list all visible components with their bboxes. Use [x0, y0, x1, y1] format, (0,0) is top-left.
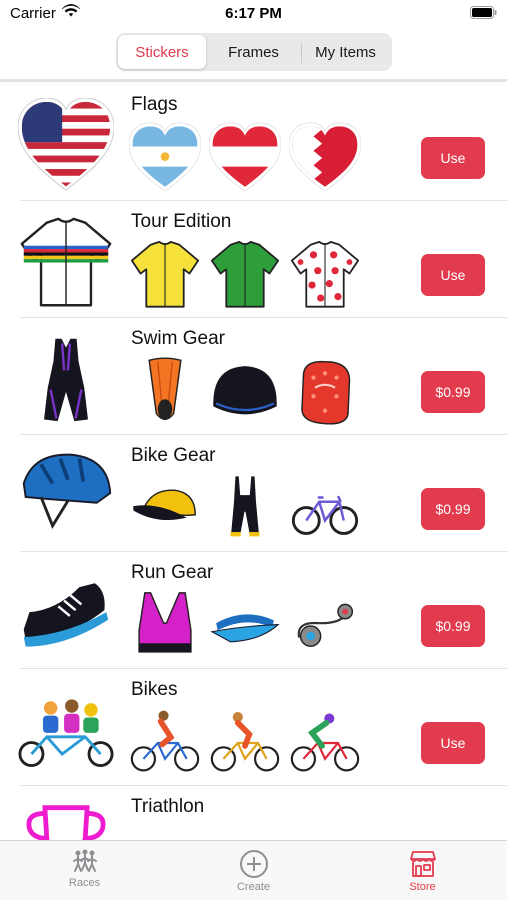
storefront-icon [409, 851, 436, 877]
use-button[interactable]: Use [421, 254, 485, 296]
segment-stickers[interactable]: Stickers [118, 35, 206, 69]
tab-create[interactable]: Create [169, 841, 338, 900]
argentina-heart-icon [129, 122, 201, 192]
pack-row-run-gear[interactable]: Run Gear $0.99 [0, 552, 507, 669]
pack-row-bike-gear[interactable]: Bike Gear $0.99 [0, 435, 507, 552]
green-jersey-icon [210, 240, 280, 308]
battery-icon [470, 6, 497, 24]
hand-paddle-icon [301, 360, 351, 425]
bib-shorts-icon [230, 475, 260, 537]
triathlon-teal-icon [209, 824, 281, 840]
road-bike-icon [291, 495, 359, 535]
visor-icon [210, 614, 280, 643]
swim-fin-icon [148, 357, 182, 421]
header-divider [0, 79, 507, 82]
sports-bra-icon [138, 592, 192, 653]
swim-cap-icon [213, 366, 277, 415]
pack-title: Triathlon [131, 796, 205, 817]
cyclist-red-icon [290, 713, 360, 772]
cyclist-yellow-icon [210, 712, 280, 772]
segmented-control: Stickers Frames My Items [116, 33, 392, 71]
tab-races[interactable]: Races [0, 841, 169, 900]
pack-row-flags[interactable]: Flags Use [0, 84, 507, 201]
trophy-icon [26, 805, 106, 840]
running-shoe-icon [23, 583, 109, 647]
yellow-jersey-icon [130, 240, 200, 308]
buy-button[interactable]: $0.99 [421, 605, 485, 647]
tab-label: Create [236, 881, 271, 893]
buy-button[interactable]: $0.99 [421, 488, 485, 530]
segment-my-items[interactable]: My Items [301, 35, 390, 69]
pack-title: Bikes [131, 679, 178, 700]
status-bar: Carrier 6:17 PM [0, 0, 507, 28]
usa-heart-flag-icon [18, 98, 114, 191]
bahrain-heart-icon [289, 122, 361, 192]
pack-row-swim-gear[interactable]: Swim Gear $0.99 [0, 318, 507, 435]
swimsuit-icon [41, 336, 91, 424]
runners-icon [72, 849, 97, 872]
bike-helmet-icon [22, 453, 112, 529]
segment-frames[interactable]: Frames [206, 35, 301, 69]
sticker-pack-list[interactable]: Flags Use Tour Edition Use Swim Gear $0.… [0, 84, 507, 840]
polka-dot-jersey-icon [290, 240, 360, 308]
pack-row-tour-edition[interactable]: Tour Edition Use [0, 201, 507, 318]
pack-title: Run Gear [131, 562, 214, 583]
pack-title: Swim Gear [131, 328, 225, 349]
pack-row-bikes[interactable]: Bikes Use [0, 669, 507, 786]
tab-label: Races [68, 877, 101, 889]
pack-title: Flags [131, 94, 178, 115]
pack-title: Bike Gear [131, 445, 216, 466]
pack-title: Tour Edition [131, 211, 232, 232]
triathlon-pink-icon [129, 824, 201, 840]
austria-heart-icon [209, 122, 281, 192]
buy-button[interactable]: $0.99 [421, 371, 485, 413]
earphones-icon [297, 603, 354, 647]
tandem-bike-icon [18, 699, 114, 767]
tab-store[interactable]: Store [338, 841, 507, 900]
tab-label: Store [409, 881, 436, 893]
tab-bar: Races Create Store [0, 840, 507, 900]
use-button[interactable]: Use [421, 137, 485, 179]
triathlon-cyan-icon [289, 824, 361, 840]
plus-circle-icon [239, 850, 268, 878]
cyclist-blue-icon [130, 710, 200, 772]
clock: 6:17 PM [225, 5, 282, 22]
cycling-cap-icon [133, 489, 196, 521]
world-champion-jersey-icon [20, 217, 112, 307]
pack-row-triathlon[interactable]: Triathlon [0, 786, 507, 840]
use-button[interactable]: Use [421, 722, 485, 764]
